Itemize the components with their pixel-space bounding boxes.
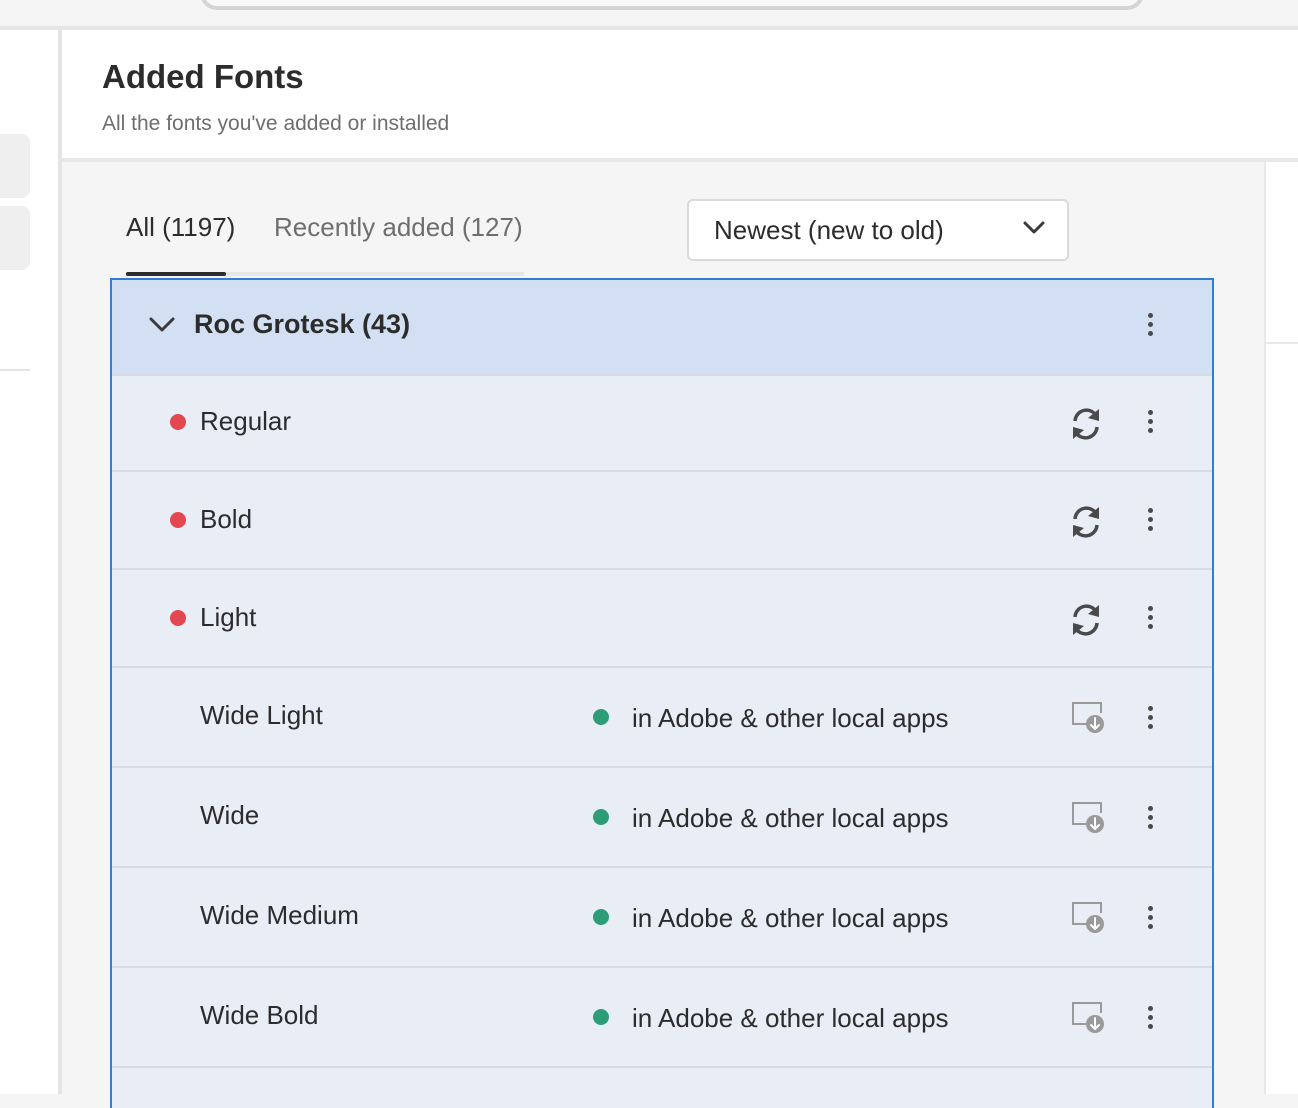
font-style-name: Wide <box>200 800 260 830</box>
install-icon[interactable] <box>1070 900 1106 941</box>
font-style-name: Wide Bold <box>200 1000 319 1030</box>
activation-status: in Adobe & other local apps <box>632 703 949 733</box>
font-style-row[interactable] <box>112 1066 1212 1108</box>
active-tab-indicator <box>126 272 226 276</box>
more-options-icon[interactable] <box>1140 1006 1160 1036</box>
install-icon[interactable] <box>1070 1000 1106 1041</box>
font-style-name: Wide Medium <box>200 900 359 930</box>
font-style-row[interactable]: Light <box>112 568 1212 668</box>
more-options-icon[interactable] <box>1140 706 1160 736</box>
status-dot-red <box>170 610 186 626</box>
fonts-content: All (1197) Recently added (127) Newest (… <box>62 162 1264 1108</box>
sync-icon[interactable] <box>1068 504 1104 545</box>
more-options-icon[interactable] <box>1140 410 1160 440</box>
sync-icon[interactable] <box>1068 602 1104 643</box>
status-dot-red <box>170 414 186 430</box>
font-family-row[interactable]: Roc Grotesk (43) <box>112 280 1212 374</box>
chevron-down-icon <box>1023 221 1045 240</box>
more-options-icon[interactable] <box>1140 313 1160 343</box>
more-options-icon[interactable] <box>1140 806 1160 836</box>
collapse-chevron-icon[interactable] <box>148 316 176 339</box>
page-header: Added Fonts All the fonts you've added o… <box>62 30 1298 158</box>
font-style-row[interactable]: Regular <box>112 374 1212 472</box>
left-sidebar <box>0 30 58 1094</box>
sidebar-item[interactable] <box>0 206 30 270</box>
status-dot-green <box>593 709 609 725</box>
font-style-row[interactable]: Wide Light in Adobe & other local apps <box>112 666 1212 768</box>
tab-recently-added[interactable]: Recently added (127) <box>274 212 523 243</box>
font-style-row[interactable]: Wide in Adobe & other local apps <box>112 766 1212 868</box>
status-dot-green <box>593 1009 609 1025</box>
font-style-name: Light <box>200 602 257 632</box>
more-options-icon[interactable] <box>1140 606 1160 636</box>
right-panel-divider <box>1266 342 1298 344</box>
sidebar-divider <box>0 369 30 371</box>
status-dot-green <box>593 909 609 925</box>
page-subtitle: All the fonts you've added or installed <box>102 112 450 135</box>
activation-status: in Adobe & other local apps <box>632 803 949 833</box>
activation-status: in Adobe & other local apps <box>632 903 949 933</box>
more-options-icon[interactable] <box>1140 508 1160 538</box>
sort-selected-value: Newest (new to old) <box>714 215 944 245</box>
sort-dropdown[interactable]: Newest (new to old) <box>687 199 1069 261</box>
font-style-name: Regular <box>200 406 292 436</box>
font-style-row[interactable]: Bold <box>112 470 1212 570</box>
page-title: Added Fonts <box>102 58 304 95</box>
font-family-name: Roc Grotesk (43) <box>194 309 411 339</box>
font-style-name: Wide Light <box>200 700 323 730</box>
font-style-row[interactable]: Wide Bold in Adobe & other local apps <box>112 966 1212 1068</box>
right-panel <box>1264 162 1298 1094</box>
search-bar[interactable] <box>200 0 1144 10</box>
sync-icon[interactable] <box>1068 406 1104 447</box>
install-icon[interactable] <box>1070 800 1106 841</box>
install-icon[interactable] <box>1070 700 1106 741</box>
font-family-list: Roc Grotesk (43) Regular Bold Light Wide… <box>110 278 1214 1108</box>
font-style-row[interactable]: Wide Medium in Adobe & other local apps <box>112 866 1212 968</box>
activation-status: in Adobe & other local apps <box>632 1003 949 1033</box>
status-dot-green <box>593 809 609 825</box>
font-style-name: Bold <box>200 504 253 534</box>
status-dot-red <box>170 512 186 528</box>
sidebar-item[interactable] <box>0 134 30 198</box>
more-options-icon[interactable] <box>1140 906 1160 936</box>
tab-all[interactable]: All (1197) <box>126 212 235 243</box>
